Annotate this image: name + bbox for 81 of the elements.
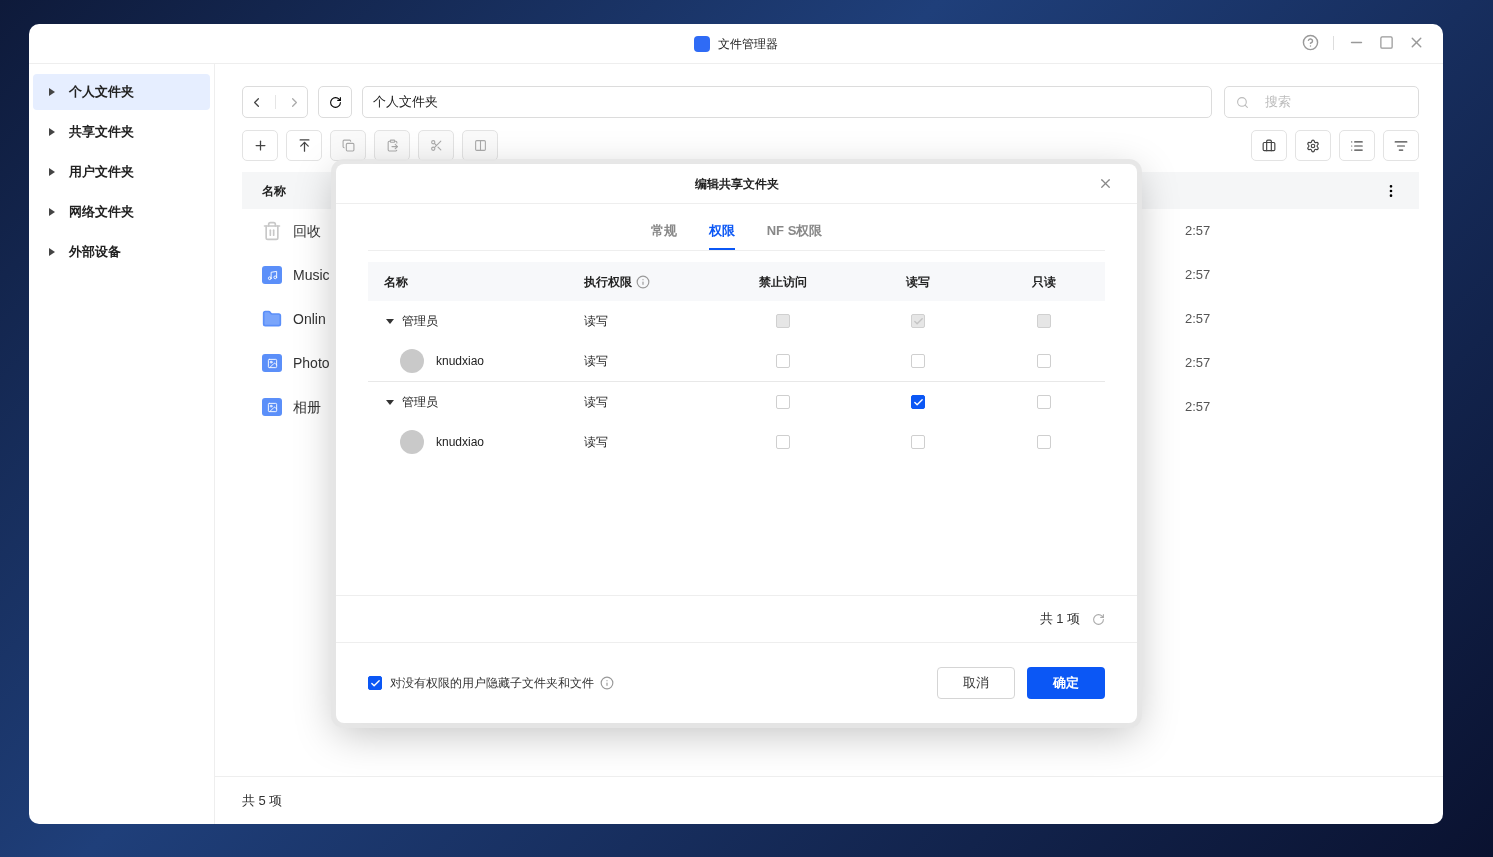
column-header: 名称 bbox=[383, 273, 409, 291]
column-header: 执行权限 bbox=[584, 273, 632, 291]
column-header: 读写 bbox=[906, 273, 930, 291]
sort-button[interactable] bbox=[1383, 130, 1419, 161]
modified-time: 2:57 bbox=[1185, 310, 1211, 329]
rename-button[interactable] bbox=[462, 130, 498, 161]
sidebar-item[interactable]: 个人文件夹 bbox=[33, 74, 210, 110]
window-title: 文件管理器 bbox=[718, 35, 778, 53]
checkbox-label: 对没有权限的用户隐藏子文件夹和文件 bbox=[390, 675, 594, 692]
paste-button[interactable] bbox=[374, 130, 410, 161]
row-name: knudxiao bbox=[436, 434, 485, 451]
column-header: 只读 bbox=[1032, 273, 1056, 291]
list-view-button[interactable] bbox=[1339, 130, 1375, 161]
maximize-icon[interactable] bbox=[1379, 35, 1394, 50]
copy-icon bbox=[341, 139, 355, 152]
upload-button[interactable] bbox=[286, 130, 322, 161]
columns-icon bbox=[473, 139, 487, 152]
path-field[interactable]: 个人文件夹 bbox=[362, 86, 1212, 118]
search-field[interactable]: 搜索 bbox=[1224, 86, 1419, 118]
list-icon bbox=[1350, 138, 1364, 153]
info-icon[interactable] bbox=[636, 274, 650, 289]
music-folder-icon bbox=[262, 266, 282, 284]
refresh-icon bbox=[328, 95, 342, 109]
exec-permission: 读写 bbox=[584, 353, 608, 370]
caret-icon bbox=[49, 128, 55, 136]
refresh-icon[interactable] bbox=[1092, 612, 1105, 626]
tab[interactable]: NF S权限 bbox=[766, 220, 823, 250]
modified-time: 2:57 bbox=[1185, 354, 1211, 373]
avatar bbox=[400, 349, 424, 373]
checkbox[interactable] bbox=[368, 676, 382, 690]
app-logo-icon bbox=[694, 35, 710, 52]
tab[interactable]: 常规 bbox=[650, 220, 677, 250]
exec-permission: 读写 bbox=[584, 394, 608, 411]
trash-icon bbox=[262, 221, 282, 241]
column-header: 禁止访问 bbox=[759, 273, 807, 291]
sidebar-item[interactable]: 网络文件夹 bbox=[33, 194, 210, 230]
paste-icon bbox=[385, 139, 399, 152]
plus-icon bbox=[252, 138, 268, 153]
item-count: 共 5 项 bbox=[242, 791, 283, 810]
row-name: knudxiao bbox=[436, 353, 485, 370]
settings-button[interactable] bbox=[1295, 130, 1331, 161]
image-folder-icon bbox=[262, 354, 282, 372]
confirm-button[interactable]: 确定 bbox=[1027, 667, 1105, 699]
scissors-icon bbox=[429, 139, 443, 152]
column-header: 名称 bbox=[262, 182, 286, 200]
checkbox[interactable] bbox=[911, 395, 925, 409]
sidebar-item[interactable]: 外部设备 bbox=[33, 234, 210, 270]
new-button[interactable] bbox=[242, 130, 278, 161]
sort-icon bbox=[1394, 138, 1408, 153]
caret-icon[interactable] bbox=[386, 398, 394, 406]
row-name: 管理员 bbox=[402, 313, 438, 330]
exec-permission: 读写 bbox=[584, 313, 608, 330]
sidebar-item[interactable]: 共享文件夹 bbox=[33, 114, 210, 150]
close-icon[interactable] bbox=[1098, 176, 1113, 191]
caret-icon bbox=[49, 88, 55, 96]
caret-icon[interactable] bbox=[386, 317, 394, 325]
folder-icon bbox=[262, 309, 282, 329]
briefcase-button[interactable] bbox=[1251, 130, 1287, 161]
copy-button[interactable] bbox=[330, 130, 366, 161]
modified-time: 2:57 bbox=[1185, 222, 1211, 241]
sidebar-item[interactable]: 用户文件夹 bbox=[33, 154, 210, 190]
caret-icon bbox=[49, 168, 55, 176]
modified-time: 2:57 bbox=[1185, 398, 1211, 417]
caret-icon bbox=[49, 248, 55, 256]
tab[interactable]: 权限 bbox=[708, 220, 735, 250]
item-count: 共 1 项 bbox=[1039, 610, 1080, 629]
dialog-title: 编辑共享文件夹 bbox=[694, 175, 779, 193]
help-icon[interactable] bbox=[1302, 34, 1319, 51]
refresh-button[interactable] bbox=[318, 86, 352, 118]
settings-icon bbox=[1306, 138, 1320, 153]
briefcase-icon bbox=[1262, 138, 1276, 153]
image-folder-icon bbox=[262, 398, 282, 416]
avatar bbox=[400, 430, 424, 454]
cancel-button[interactable]: 取消 bbox=[937, 667, 1015, 699]
search-icon bbox=[1236, 96, 1249, 109]
info-icon[interactable] bbox=[600, 676, 614, 690]
row-name: 管理员 bbox=[402, 394, 438, 411]
caret-icon bbox=[49, 208, 55, 216]
exec-permission: 读写 bbox=[584, 434, 608, 451]
cut-button[interactable] bbox=[418, 130, 454, 161]
modified-time: 2:57 bbox=[1185, 266, 1211, 285]
